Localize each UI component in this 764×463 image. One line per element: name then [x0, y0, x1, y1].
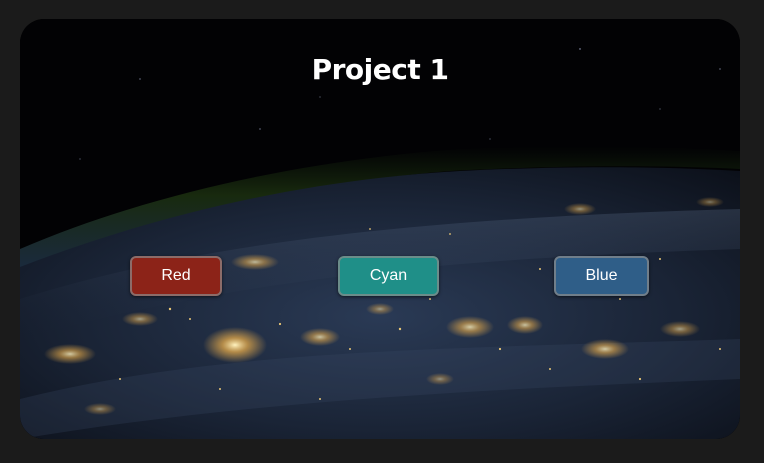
- blue-button[interactable]: Blue: [554, 256, 649, 296]
- project-card: Project 1 Red Cyan Blue: [20, 19, 740, 439]
- cyan-button[interactable]: Cyan: [338, 256, 439, 296]
- page-title: Project 1: [311, 53, 449, 86]
- red-button[interactable]: Red: [130, 256, 222, 296]
